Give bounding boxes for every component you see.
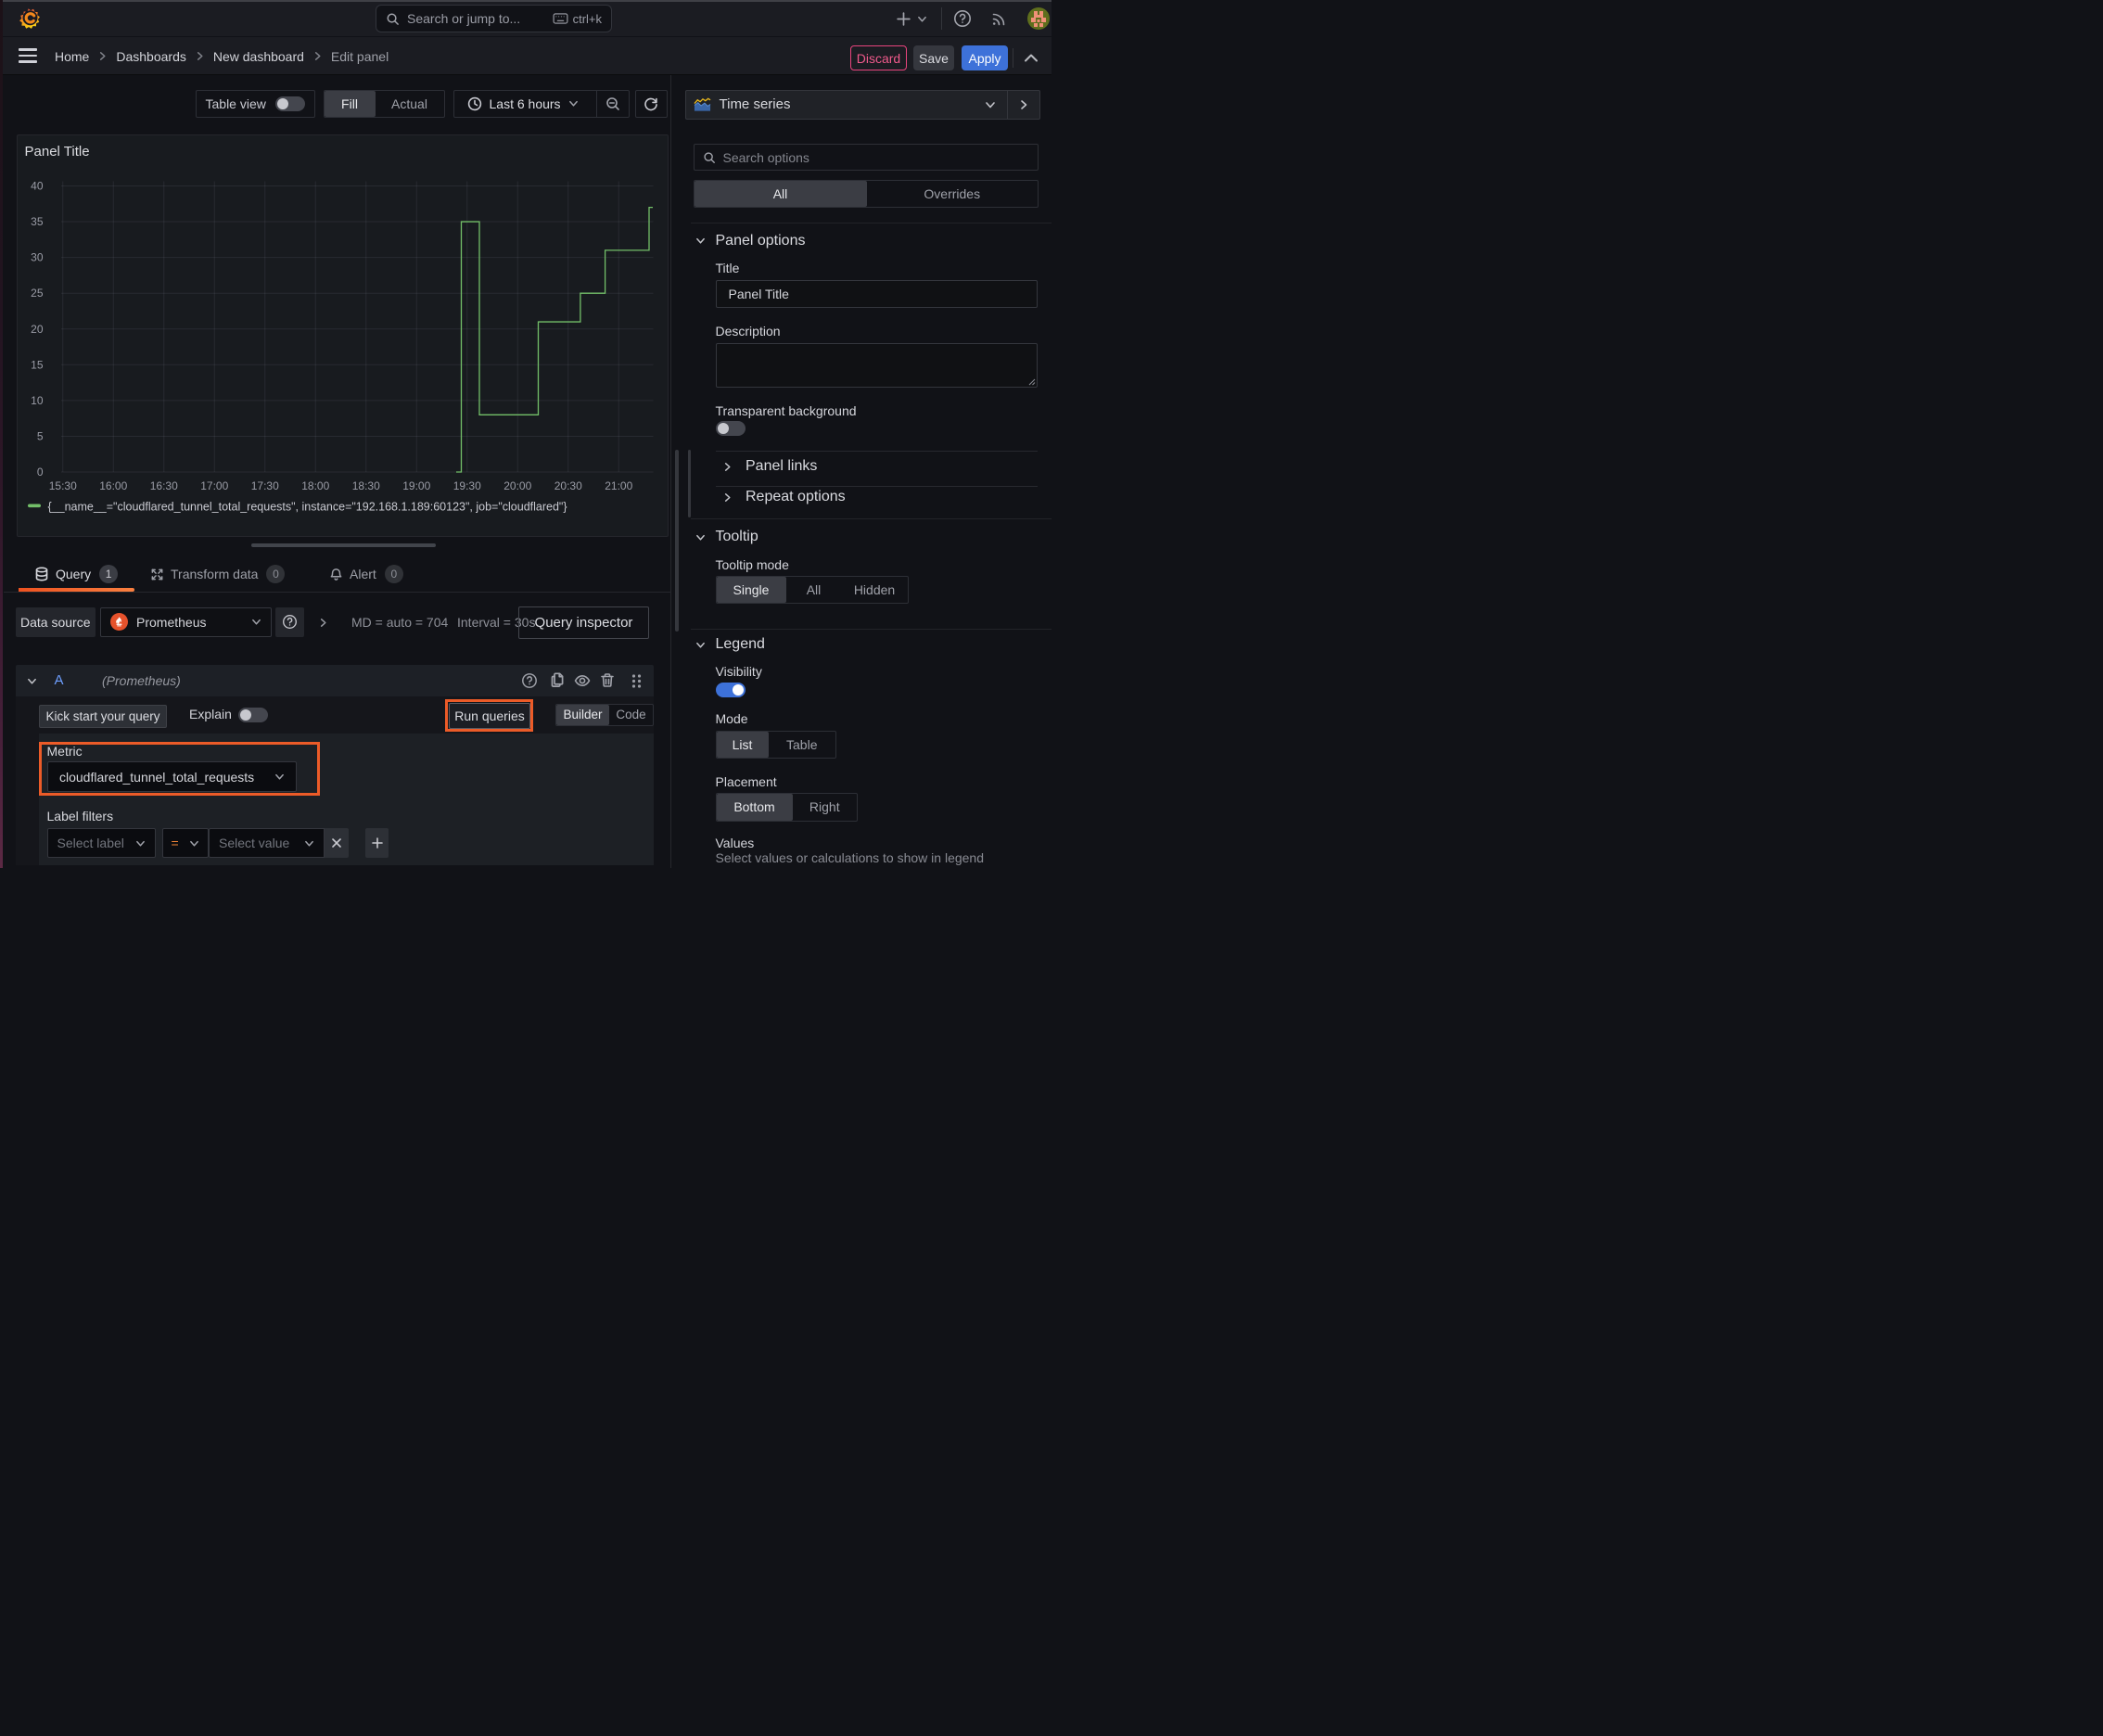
svg-text:17:00: 17:00 [200, 479, 228, 492]
svg-text:20:00: 20:00 [503, 479, 531, 492]
svg-text:16:30: 16:30 [150, 479, 178, 492]
svg-text:30: 30 [31, 251, 44, 264]
svg-text:18:30: 18:30 [352, 479, 380, 492]
svg-text:5: 5 [37, 429, 44, 442]
svg-text:17:30: 17:30 [251, 479, 279, 492]
svg-text:15: 15 [31, 358, 44, 371]
svg-text:19:30: 19:30 [453, 479, 481, 492]
svg-text:0: 0 [37, 466, 44, 479]
svg-text:21:00: 21:00 [605, 479, 632, 492]
svg-text:40: 40 [31, 180, 44, 193]
svg-text:10: 10 [31, 394, 44, 407]
svg-text:20:30: 20:30 [554, 479, 582, 492]
svg-text:16:00: 16:00 [99, 479, 127, 492]
svg-text:19:00: 19:00 [402, 479, 430, 492]
svg-text:20: 20 [31, 323, 44, 336]
svg-text:15:30: 15:30 [49, 479, 77, 492]
svg-text:{__name__="cloudflared_tunnel_: {__name__="cloudflared_tunnel_total_requ… [48, 501, 567, 514]
svg-text:35: 35 [31, 215, 44, 228]
svg-text:25: 25 [31, 287, 44, 300]
svg-text:18:00: 18:00 [301, 479, 329, 492]
